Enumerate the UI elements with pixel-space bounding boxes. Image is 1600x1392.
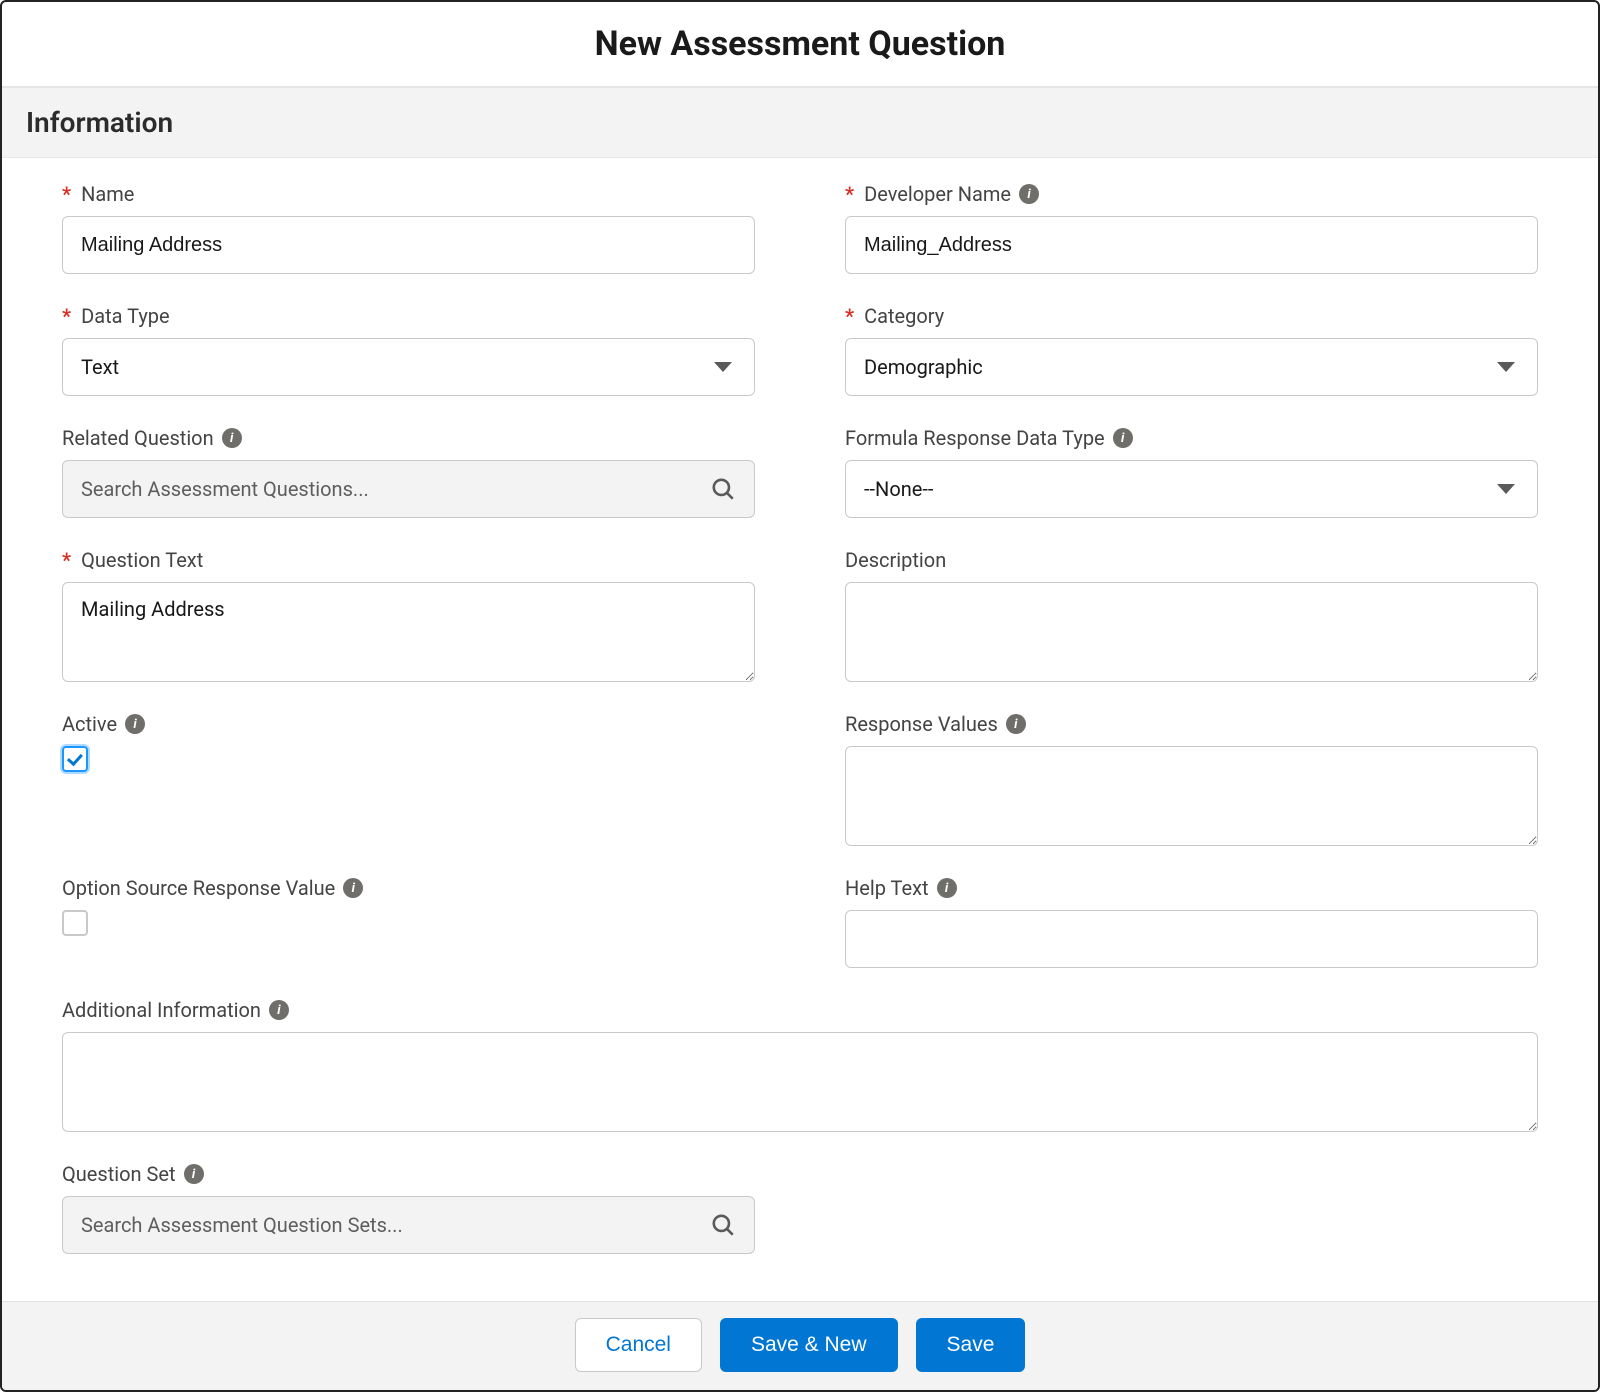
cancel-button[interactable]: Cancel	[575, 1318, 702, 1372]
section-header-information: Information	[2, 88, 1598, 158]
field-active: Active i	[62, 712, 755, 772]
placeholder-text: Search Assessment Questions...	[81, 477, 369, 501]
label-text: Related Question	[62, 426, 214, 450]
label-option-source-response-value: Option Source Response Value i	[62, 876, 755, 900]
label-text: Data Type	[81, 304, 170, 328]
developer-name-input[interactable]	[845, 216, 1538, 274]
label-formula-response-data-type: Formula Response Data Type i	[845, 426, 1538, 450]
label-text: Formula Response Data Type	[845, 426, 1105, 450]
label-text: Option Source Response Value	[62, 876, 335, 900]
info-icon[interactable]: i	[125, 714, 145, 734]
info-icon[interactable]: i	[343, 878, 363, 898]
modal-header: New Assessment Question	[2, 2, 1598, 88]
placeholder-text: Search Assessment Question Sets...	[81, 1213, 403, 1237]
label-text: Question Set	[62, 1162, 176, 1186]
label-text: Additional Information	[62, 998, 261, 1022]
save-and-new-button[interactable]: Save & New	[720, 1318, 898, 1372]
formula-response-data-type-select[interactable]: --None--	[845, 460, 1538, 518]
label-text: Name	[81, 182, 134, 206]
related-question-lookup[interactable]: Search Assessment Questions...	[62, 460, 755, 518]
response-values-textarea[interactable]	[845, 746, 1538, 846]
search-icon	[710, 1212, 736, 1238]
data-type-select[interactable]: Text	[62, 338, 755, 396]
chevron-down-icon	[1497, 484, 1515, 494]
field-additional-information: Additional Information i	[62, 998, 1538, 1132]
name-input[interactable]	[62, 216, 755, 274]
label-name: * Name	[62, 182, 755, 206]
label-question-set: Question Set i	[62, 1162, 755, 1186]
required-asterisk: *	[62, 304, 71, 328]
chevron-down-icon	[1497, 362, 1515, 372]
category-select[interactable]: Demographic	[845, 338, 1538, 396]
modal-footer: Cancel Save & New Save	[2, 1301, 1598, 1390]
info-icon[interactable]: i	[222, 428, 242, 448]
field-formula-response-data-type: Formula Response Data Type i --None--	[845, 426, 1538, 518]
info-icon[interactable]: i	[1113, 428, 1133, 448]
field-developer-name: * Developer Name i	[845, 182, 1538, 274]
field-question-set: Question Set i Search Assessment Questio…	[62, 1162, 755, 1254]
label-text: Developer Name	[864, 182, 1011, 206]
required-asterisk: *	[62, 548, 71, 572]
description-textarea[interactable]	[845, 582, 1538, 682]
modal-window: New Assessment Question Information * Na…	[0, 0, 1600, 1392]
info-icon[interactable]: i	[184, 1164, 204, 1184]
modal-title: New Assessment Question	[2, 24, 1598, 64]
label-active: Active i	[62, 712, 755, 736]
additional-information-textarea[interactable]	[62, 1032, 1538, 1132]
info-icon[interactable]: i	[1019, 184, 1039, 204]
option-source-response-value-checkbox[interactable]	[62, 910, 88, 936]
select-value: Demographic	[864, 355, 983, 379]
field-question-text: * Question Text	[62, 548, 755, 682]
required-asterisk: *	[845, 182, 854, 206]
info-icon[interactable]: i	[937, 878, 957, 898]
label-question-text: * Question Text	[62, 548, 755, 572]
label-data-type: * Data Type	[62, 304, 755, 328]
check-icon	[67, 749, 83, 765]
save-button[interactable]: Save	[916, 1318, 1026, 1372]
label-help-text: Help Text i	[845, 876, 1538, 900]
active-checkbox[interactable]	[62, 746, 88, 772]
label-text: Category	[864, 304, 944, 328]
label-description: Description	[845, 548, 1538, 572]
label-response-values: Response Values i	[845, 712, 1538, 736]
required-asterisk: *	[845, 304, 854, 328]
field-help-text: Help Text i	[845, 876, 1538, 968]
help-text-input[interactable]	[845, 910, 1538, 968]
select-value: --None--	[864, 477, 933, 501]
field-option-source-response-value: Option Source Response Value i	[62, 876, 755, 936]
field-category: * Category Demographic	[845, 304, 1538, 396]
search-icon	[710, 476, 736, 502]
required-asterisk: *	[62, 182, 71, 206]
info-icon[interactable]: i	[269, 1000, 289, 1020]
field-data-type: * Data Type Text	[62, 304, 755, 396]
info-icon[interactable]: i	[1006, 714, 1026, 734]
label-developer-name: * Developer Name i	[845, 182, 1538, 206]
label-text: Description	[845, 548, 946, 572]
chevron-down-icon	[714, 362, 732, 372]
label-text: Question Text	[81, 548, 203, 572]
label-text: Help Text	[845, 876, 929, 900]
field-response-values: Response Values i	[845, 712, 1538, 846]
field-name: * Name	[62, 182, 755, 274]
form-body: * Name * Developer Name i * Data Type	[2, 158, 1598, 1301]
label-related-question: Related Question i	[62, 426, 755, 450]
label-additional-information: Additional Information i	[62, 998, 1538, 1022]
select-value: Text	[81, 355, 119, 379]
question-text-textarea[interactable]	[62, 582, 755, 682]
question-set-lookup[interactable]: Search Assessment Question Sets...	[62, 1196, 755, 1254]
field-related-question: Related Question i Search Assessment Que…	[62, 426, 755, 518]
field-description: Description	[845, 548, 1538, 682]
label-text: Response Values	[845, 712, 998, 736]
label-category: * Category	[845, 304, 1538, 328]
label-text: Active	[62, 712, 117, 736]
